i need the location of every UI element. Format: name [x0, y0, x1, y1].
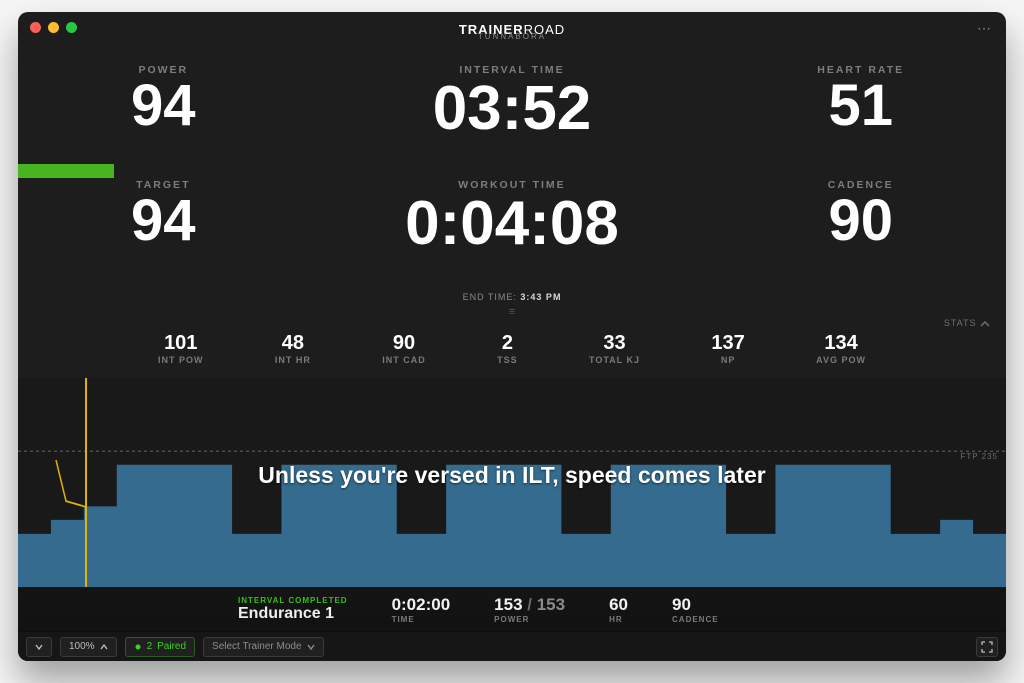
summary-hr: 60 HR — [609, 595, 628, 624]
ftp-label: FTP 235 — [960, 452, 998, 461]
sensor-icon — [134, 642, 142, 652]
app-window: TRAINERROAD ⋯ TUNNABORA POWER 94 INTERVA… — [18, 12, 1006, 661]
stat-cell: 90INT CAD — [382, 332, 426, 378]
metric-target: TARGET 94 — [18, 173, 309, 288]
metric-cadence: CADENCE 90 — [715, 173, 1006, 288]
metric-value: 0:04:08 — [309, 191, 716, 256]
interval-progress — [18, 164, 114, 178]
metric-value: 03:52 — [309, 76, 716, 141]
end-time: END TIME: 3:43 PM — [18, 292, 1006, 302]
stat-cell: 134AVG POW — [816, 332, 866, 378]
metric-interval-time: INTERVAL TIME 03:52 — [309, 58, 716, 173]
metric-heart-rate: HEART RATE 51 — [715, 58, 1006, 173]
metric-power: POWER 94 — [18, 58, 309, 173]
summary-time: 0:02:00 TIME — [392, 595, 451, 624]
summary-power: 153 / 153 POWER — [494, 595, 565, 624]
metric-value: 94 — [18, 191, 309, 252]
interval-summary: INTERVAL COMPLETED Endurance 1 0:02:00 T… — [18, 587, 1006, 631]
devices-paired-button[interactable]: 2Paired — [125, 637, 195, 657]
fullscreen-icon — [981, 641, 993, 653]
secondary-stats: 101INT POW 48INT HR 90INT CAD 2TSS 33TOTAL K… — [158, 332, 866, 378]
metric-value: 90 — [715, 191, 1006, 252]
collapse-button[interactable] — [26, 637, 52, 657]
stat-cell: 33TOTAL KJ — [589, 332, 640, 378]
chevron-up-icon — [100, 643, 108, 651]
metric-workout-time: WORKOUT TIME 0:04:08 — [309, 173, 716, 288]
workout-name: TUNNABORA — [18, 32, 1006, 41]
stat-cell: 2TSS — [497, 332, 518, 378]
summary-interval-name: Endurance 1 — [238, 605, 348, 623]
summary-cadence: 90 CADENCE — [672, 595, 719, 624]
primary-metrics: POWER 94 INTERVAL TIME 03:52 HEART RATE … — [18, 58, 1006, 288]
summary-name: INTERVAL COMPLETED Endurance 1 — [238, 596, 348, 623]
stat-cell: 48INT HR — [275, 332, 311, 378]
footer-bar: 100% 2Paired Select Trainer Mode — [18, 631, 1006, 661]
trainer-mode-select[interactable]: Select Trainer Mode — [203, 637, 324, 657]
fullscreen-button[interactable] — [976, 637, 998, 657]
summary-status: INTERVAL COMPLETED — [238, 596, 348, 605]
drag-handle-icon[interactable]: ≡ — [18, 306, 1006, 318]
zoom-control[interactable]: 100% — [60, 637, 117, 657]
stat-cell: 101INT POW — [158, 332, 204, 378]
stats-toggle[interactable]: STATS — [944, 318, 990, 328]
metric-value: 94 — [18, 76, 309, 137]
chevron-down-icon — [35, 643, 43, 651]
stat-cell: 137NP — [711, 332, 744, 378]
chevron-down-icon — [307, 643, 315, 651]
coach-message: Unless you're versed in ILT, speed comes… — [18, 462, 1006, 489]
metric-value: 51 — [715, 76, 1006, 137]
